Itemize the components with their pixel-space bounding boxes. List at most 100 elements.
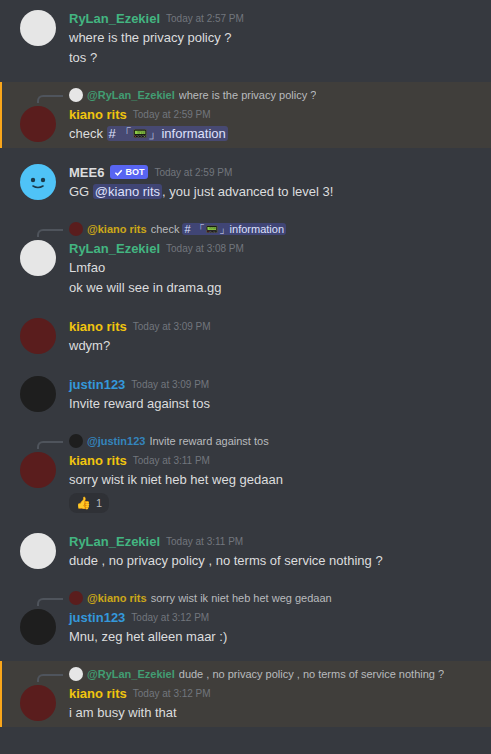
timestamp: Today at 3:11 PM: [133, 455, 210, 466]
text: Invite reward against tos: [149, 435, 268, 447]
timestamp: Today at 2:59 PM: [133, 109, 211, 120]
timestamp: Today at 2:57 PM: [166, 13, 244, 24]
message[interactable]: justin123 Today at 3:09 PM Invite reward…: [0, 370, 491, 418]
text: dude , no privacy policy , no terms of s…: [69, 553, 383, 568]
message-text: check # 「📟」information: [69, 124, 483, 144]
reply-spine: [37, 598, 63, 606]
message[interactable]: RyLan_Ezekiel Today at 2:57 PM where is …: [0, 4, 491, 72]
reply-preview[interactable]: @kiano rits sorry wist ik niet heb het w…: [0, 589, 483, 607]
timestamp: Today at 3:08 PM: [166, 243, 244, 254]
author-name[interactable]: kiano rits: [69, 319, 127, 334]
reply-avatar-icon: [69, 591, 83, 605]
reaction[interactable]: 👍 1: [69, 493, 109, 513]
text: ok we will see in drama.gg: [69, 280, 221, 295]
text: tos ?: [69, 50, 97, 65]
reply-author[interactable]: @kiano rits: [87, 221, 147, 237]
text: dude , no privacy policy , no terms of s…: [179, 668, 444, 680]
avatar-icon[interactable]: [20, 609, 56, 645]
timestamp: Today at 3:09 PM: [131, 379, 209, 390]
text: Lmfao: [69, 260, 105, 275]
text: , you just advanced to level 3!: [162, 184, 333, 199]
mention[interactable]: # 「📟」information: [107, 126, 228, 141]
message[interactable]: RyLan_Ezekiel Today at 3:11 PM dude , no…: [0, 527, 491, 575]
author-name[interactable]: justin123: [69, 377, 125, 392]
message-text: GG @kiano rits, you just advanced to lev…: [69, 182, 483, 202]
reply-spine: [37, 95, 63, 103]
message-text: wdym?: [69, 336, 483, 356]
message-text: tos ?: [69, 48, 483, 68]
avatar-icon[interactable]: [20, 685, 56, 721]
mention[interactable]: # 「📟」information: [182, 223, 286, 235]
message[interactable]: MEE6 BOT Today at 2:59 PM GG @kiano rits…: [0, 158, 491, 206]
author-name[interactable]: kiano rits: [69, 453, 127, 468]
text: wdym?: [69, 338, 110, 353]
avatar-icon[interactable]: [20, 452, 56, 488]
text: check: [69, 126, 107, 141]
reply-text: dude , no privacy policy , no terms of s…: [179, 666, 444, 682]
reply-text: where is the privacy policy ?: [179, 87, 317, 103]
avatar-icon[interactable]: [20, 164, 56, 200]
reply-author[interactable]: @justin123: [87, 433, 145, 449]
timestamp: Today at 3:11 PM: [166, 536, 243, 547]
reply-spine: [37, 229, 63, 237]
author-name[interactable]: RyLan_Ezekiel: [69, 11, 160, 26]
avatar-icon[interactable]: [20, 318, 56, 354]
message-text: sorry wist ik niet heb het weg gedaan: [69, 470, 483, 490]
text: sorry wist ik niet heb het weg gedaan: [69, 472, 283, 487]
bot-badge: BOT: [110, 165, 148, 179]
author-name[interactable]: RyLan_Ezekiel: [69, 534, 160, 549]
avatar-icon[interactable]: [20, 240, 56, 276]
timestamp: Today at 2:59 PM: [154, 167, 232, 178]
message[interactable]: @kiano rits sorry wist ik niet heb het w…: [0, 585, 491, 651]
reply-author[interactable]: @RyLan_Ezekiel: [87, 87, 175, 103]
avatar-icon[interactable]: [20, 533, 56, 569]
text: Invite reward against tos: [69, 396, 210, 411]
reply-spine: [37, 441, 63, 449]
reply-avatar-icon: [69, 434, 83, 448]
reply-avatar-icon: [69, 222, 83, 236]
reply-text: check # 「📟」information: [151, 221, 286, 237]
message-text: dude , no privacy policy , no terms of s…: [69, 551, 483, 571]
reaction-emoji: 👍: [76, 496, 91, 510]
avatar-icon[interactable]: [20, 106, 56, 142]
text: GG: [69, 184, 93, 199]
message[interactable]: @RyLan_Ezekiel where is the privacy poli…: [0, 82, 491, 148]
author-name[interactable]: kiano rits: [69, 686, 127, 701]
text: where is the privacy policy ?: [69, 30, 232, 45]
text: check: [151, 223, 183, 235]
message[interactable]: @RyLan_Ezekiel dude , no privacy policy …: [0, 661, 491, 727]
message-text: ok we will see in drama.gg: [69, 278, 483, 298]
author-name[interactable]: justin123: [69, 610, 125, 625]
timestamp: Today at 3:12 PM: [133, 688, 211, 699]
avatar-icon[interactable]: [20, 376, 56, 412]
message-text: Invite reward against tos: [69, 394, 483, 414]
message-text: where is the privacy policy ?: [69, 28, 483, 48]
reply-preview[interactable]: @justin123 Invite reward against tos: [0, 432, 483, 450]
text: sorry wist ik niet heb het weg gedaan: [151, 592, 332, 604]
check-icon: [114, 168, 123, 177]
timestamp: Today at 3:09 PM: [133, 321, 211, 332]
avatar-icon[interactable]: [20, 10, 56, 46]
reply-preview[interactable]: @RyLan_Ezekiel where is the privacy poli…: [0, 86, 483, 104]
bot-face-icon: [20, 164, 56, 200]
message[interactable]: kiano rits Today at 3:09 PM wdym?: [0, 312, 491, 360]
message[interactable]: @kiano rits check # 「📟」information RyLan…: [0, 216, 491, 302]
reply-author[interactable]: @kiano rits: [87, 590, 147, 606]
author-name[interactable]: kiano rits: [69, 107, 127, 122]
reply-text: sorry wist ik niet heb het weg gedaan: [151, 590, 332, 606]
text: where is the privacy policy ?: [179, 89, 317, 101]
reply-preview[interactable]: @kiano rits check # 「📟」information: [0, 220, 483, 238]
message[interactable]: @justin123 Invite reward against tos kia…: [0, 428, 491, 517]
author-name[interactable]: MEE6: [69, 165, 104, 180]
text: Mnu, zeg het alleen maar :): [69, 629, 227, 644]
reply-spine: [37, 674, 63, 682]
reply-avatar-icon: [69, 667, 83, 681]
timestamp: Today at 3:12 PM: [131, 612, 209, 623]
reply-author[interactable]: @RyLan_Ezekiel: [87, 666, 175, 682]
text: i am busy with that: [69, 705, 177, 720]
author-name[interactable]: RyLan_Ezekiel: [69, 241, 160, 256]
message-text: Lmfao: [69, 258, 483, 278]
reply-preview[interactable]: @RyLan_Ezekiel dude , no privacy policy …: [0, 665, 483, 683]
mention[interactable]: @kiano rits: [93, 184, 162, 199]
message-text: Mnu, zeg het alleen maar :): [69, 627, 483, 647]
